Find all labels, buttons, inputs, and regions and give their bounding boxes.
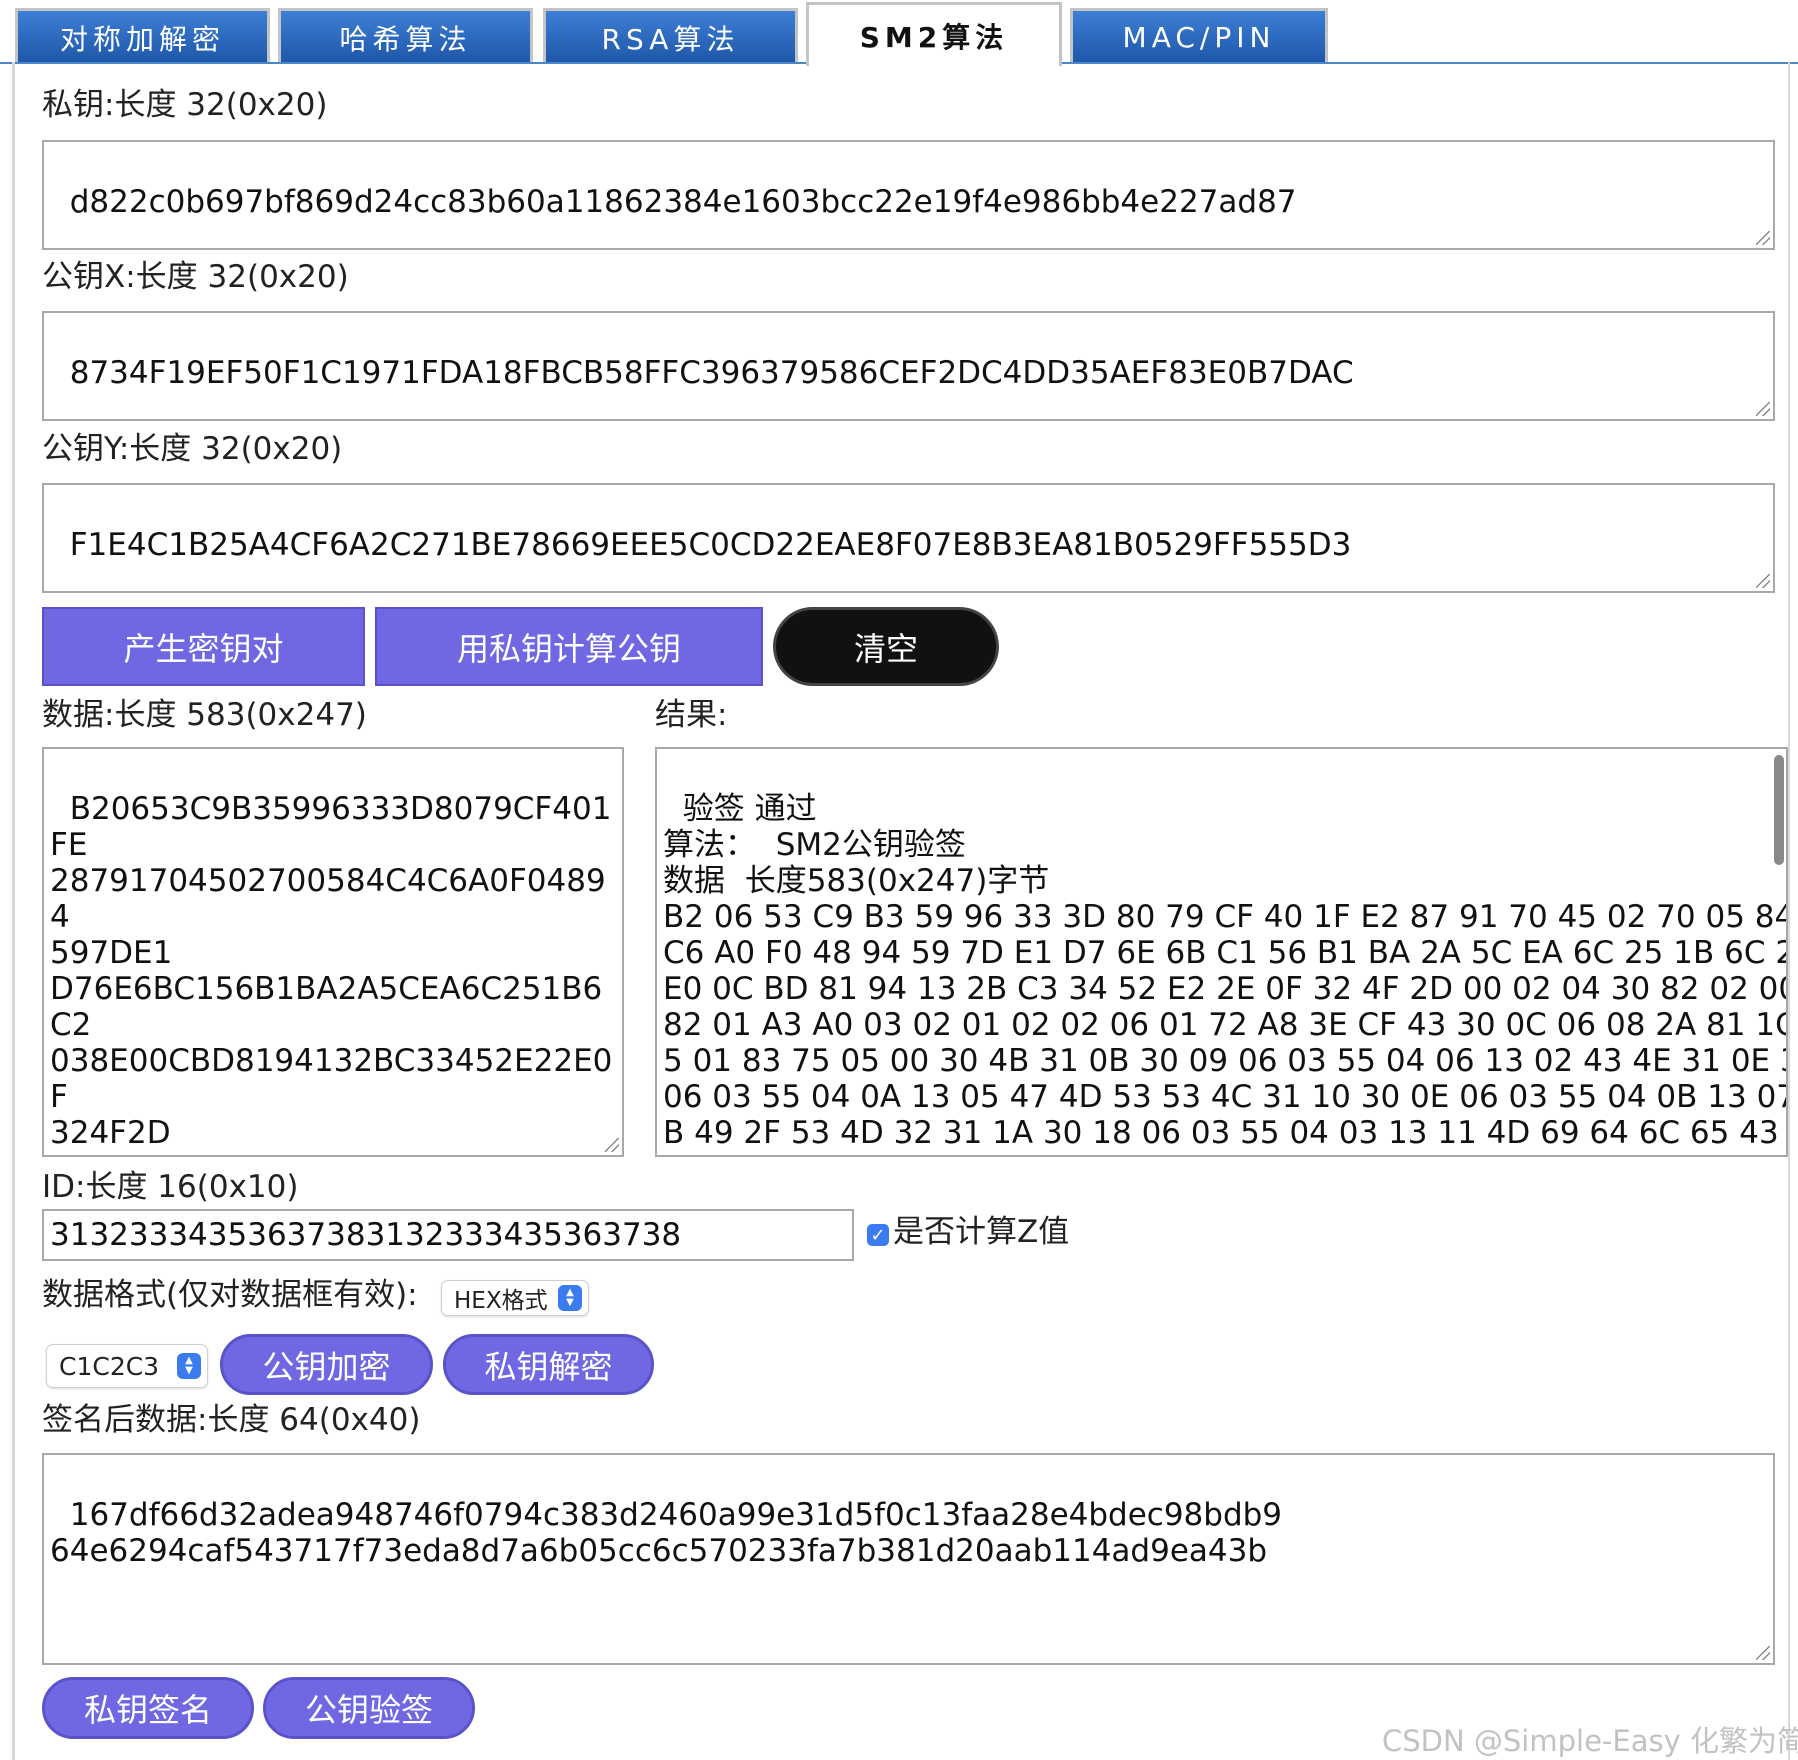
compute-public-key-button[interactable]: 用私钥计算公钥: [375, 607, 763, 686]
result-scrollbar[interactable]: [1774, 755, 1784, 865]
public-key-encrypt-button[interactable]: 公钥加密: [220, 1334, 433, 1395]
panel-border-left: [12, 62, 15, 1760]
private-key-value: d822c0b697bf869d24cc83b60a11862384e1603b…: [69, 184, 1297, 220]
data-label: 数据:长度 583(0x247): [42, 697, 367, 733]
public-key-x-value: 8734F19EF50F1C1971FDA18FBCB58FFC39637958…: [69, 355, 1354, 391]
id-value: 31323334353637383132333435363738: [50, 1217, 682, 1253]
resize-grip-icon[interactable]: [1756, 1646, 1770, 1660]
signature-value: 167df66d32adea948746f0794c383d2460a99e31…: [50, 1497, 1283, 1569]
public-key-y-textarea[interactable]: F1E4C1B25A4CF6A2C271BE78669EEE5C0CD22EAE…: [42, 483, 1775, 593]
data-textarea[interactable]: B20653C9B35996333D8079CF401FE 2879170450…: [42, 747, 624, 1157]
id-input[interactable]: 31323334353637383132333435363738: [42, 1209, 854, 1261]
compute-z-checkbox[interactable]: ✓: [867, 1224, 889, 1246]
private-key-sign-button[interactable]: 私钥签名: [42, 1677, 254, 1739]
generate-keypair-button[interactable]: 产生密钥对: [42, 607, 365, 686]
tab-rsa[interactable]: RSA算法: [543, 8, 798, 64]
public-key-x-textarea[interactable]: 8734F19EF50F1C1971FDA18FBCB58FFC39637958…: [42, 311, 1775, 421]
public-key-verify-button[interactable]: 公钥验签: [263, 1677, 475, 1739]
tab-underline: [0, 62, 806, 64]
data-format-label: 数据格式(仅对数据框有效):: [42, 1277, 418, 1313]
tab-hash[interactable]: 哈希算法: [278, 8, 533, 64]
watermark: CSDN @Simple-Easy 化繁为简: [1382, 1724, 1798, 1758]
cipher-mode-select[interactable]: C1C2C3 ▲ ▼: [46, 1344, 208, 1388]
data-value: B20653C9B35996333D8079CF401FE 2879170450…: [50, 791, 613, 1155]
signature-label: 签名后数据:长度 64(0x40): [42, 1402, 421, 1438]
tab-mac-pin[interactable]: MAC/PIN: [1070, 8, 1328, 64]
public-key-x-label: 公钥X:长度 32(0x20): [42, 259, 349, 295]
resize-grip-icon[interactable]: [1756, 574, 1770, 588]
cipher-mode-selected: C1C2C3: [59, 1351, 160, 1381]
tab-symmetric-crypto[interactable]: 对称加解密: [15, 8, 270, 64]
resize-grip-icon[interactable]: [605, 1138, 619, 1152]
clear-button[interactable]: 清空: [773, 607, 999, 686]
tab-sm2[interactable]: SM2算法: [806, 2, 1062, 66]
panel-border-right: [1788, 62, 1790, 1760]
public-key-y-label: 公钥Y:长度 32(0x20): [42, 431, 343, 467]
result-textarea[interactable]: 验签 通过 算法： SM2公钥验签 数据 长度583(0x247)字节 B2 0…: [655, 747, 1788, 1157]
result-value: 验签 通过 算法： SM2公钥验签 数据 长度583(0x247)字节 B2 0…: [663, 791, 1786, 1155]
private-key-textarea[interactable]: d822c0b697bf869d24cc83b60a11862384e1603b…: [42, 140, 1775, 250]
id-label: ID:长度 16(0x10): [42, 1169, 299, 1205]
result-label: 结果:: [655, 697, 728, 733]
private-key-label: 私钥:长度 32(0x20): [42, 87, 328, 123]
compute-z-label: 是否计算Z值: [893, 1214, 1070, 1250]
data-format-selected: HEX格式: [454, 1288, 548, 1314]
resize-grip-icon[interactable]: [1756, 402, 1770, 416]
signature-textarea[interactable]: 167df66d32adea948746f0794c383d2460a99e31…: [42, 1453, 1775, 1665]
public-key-y-value: F1E4C1B25A4CF6A2C271BE78669EEE5C0CD22EAE…: [69, 527, 1352, 563]
tab-bar: 对称加解密 哈希算法 RSA算法 SM2算法 MAC/PIN: [0, 0, 1798, 66]
updown-chevrons-icon: ▲ ▼: [558, 1285, 582, 1311]
resize-grip-icon[interactable]: [1756, 231, 1770, 245]
checkmark-icon: ✓: [870, 1224, 886, 1246]
data-format-select[interactable]: HEX格式 ▲ ▼: [441, 1280, 589, 1316]
updown-chevrons-icon: ▲ ▼: [177, 1353, 201, 1379]
private-key-decrypt-button[interactable]: 私钥解密: [443, 1334, 654, 1395]
tab-underline-right: [1062, 62, 1798, 64]
